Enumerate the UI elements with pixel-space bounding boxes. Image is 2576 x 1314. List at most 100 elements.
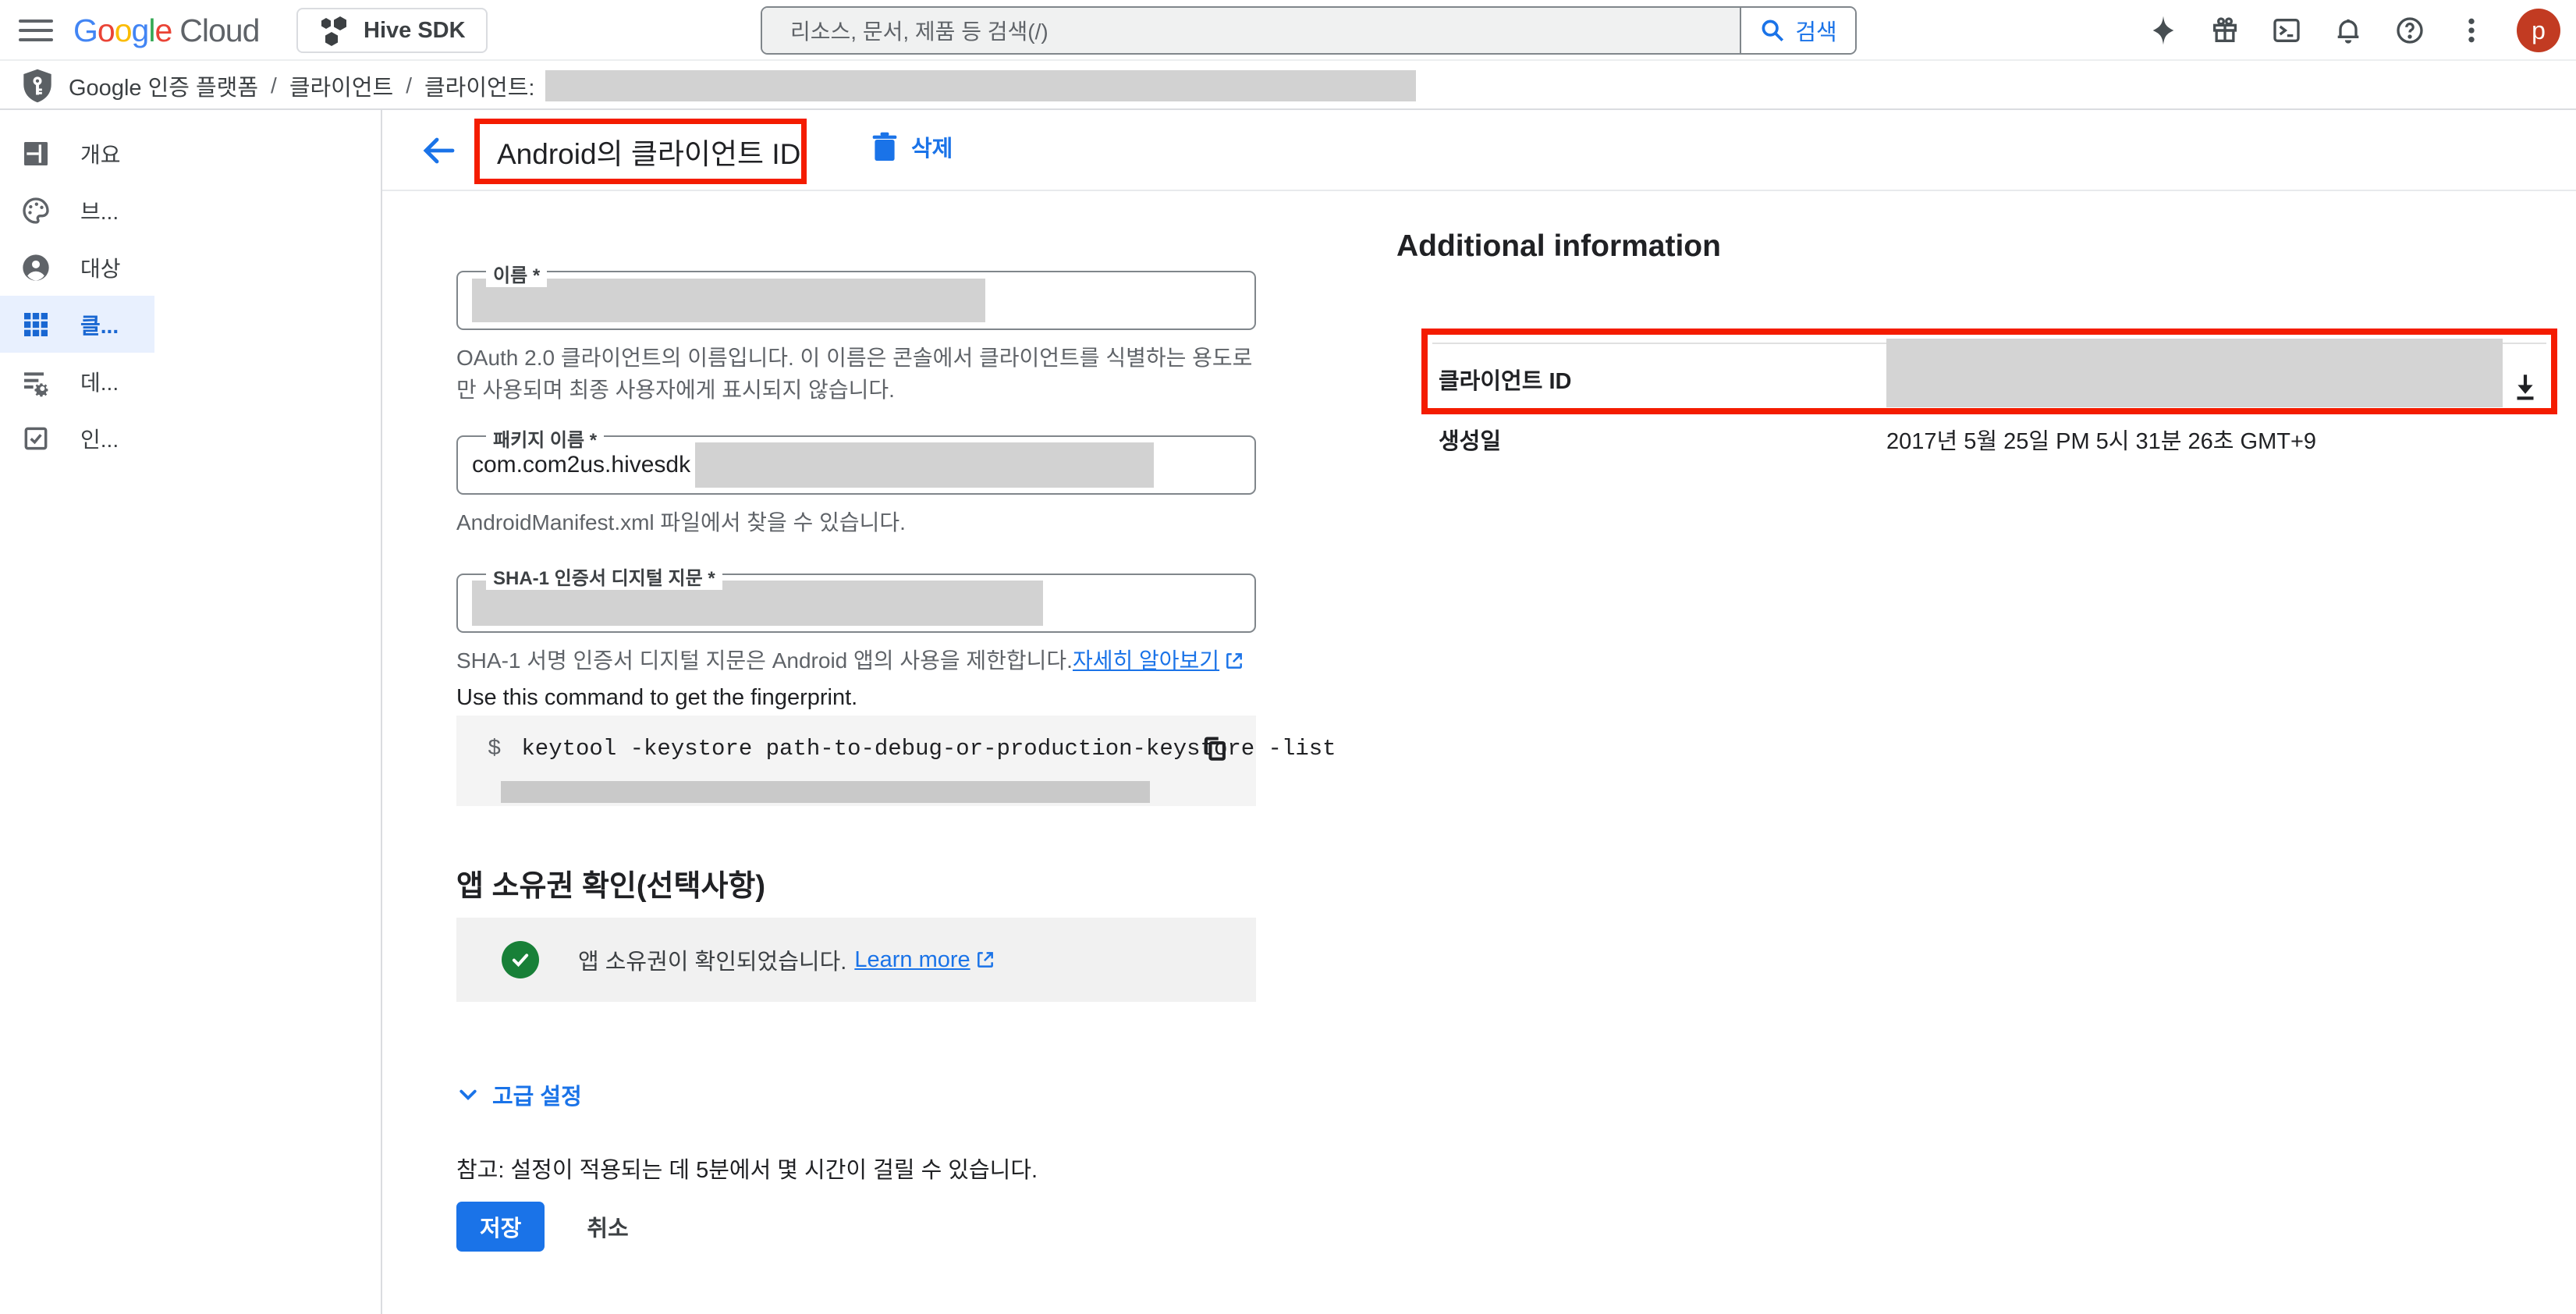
verified-check-icon [502,941,539,978]
advanced-settings-label: 고급 설정 [492,1078,582,1111]
left-nav: 개요 브... 대상 [0,110,382,1314]
sha1-helper-text: SHA-1 서명 인증서 디지털 지문은 Android 앱의 사용을 제한합니… [456,645,1256,677]
help-icon[interactable] [2393,14,2426,47]
logo-cloud-text: Cloud [179,12,259,49]
google-cloud-logo[interactable]: Google Cloud [73,12,259,49]
breadcrumb-clients[interactable]: 클라이언트 [289,69,393,102]
palette-icon [19,194,53,228]
search-placeholder: 리소스, 문서, 제품 등 검색(/) [790,15,1048,46]
sidebar-item-data-access[interactable]: 데... [0,353,154,410]
person-icon [19,250,53,285]
fingerprint-hint-text: Use this command to get the fingerprint. [456,685,857,711]
logo-letter: e [154,12,172,48]
header-icon-strip: p [2147,0,2560,61]
sidebar-item-label: 개요 [80,138,121,169]
sha1-field-label: SHA-1 인증서 디지털 지문 * [486,563,722,590]
breadcrumb-separator: / [406,73,412,98]
sha1-field-group: SHA-1 인증서 디지털 지문 * SHA-1 서명 인증서 디지털 지문은 … [456,574,1256,677]
chevron-down-icon [456,1083,480,1106]
project-selector[interactable]: Hive SDK [296,8,488,53]
more-vert-icon[interactable] [2455,14,2488,47]
logo-letter: o [98,12,115,48]
sha1-helper-sentence: SHA-1 서명 인증서 디지털 지문은 Android 앱의 사용을 제한합니… [456,648,1073,673]
logo-letter: G [73,12,98,48]
advanced-settings-toggle[interactable]: 고급 설정 [456,1078,582,1111]
annotation-box-title: Android의 클라이언트 ID [474,119,807,184]
sidebar-item-audience[interactable]: 대상 [0,239,154,296]
cancel-button[interactable]: 취소 [587,1210,628,1243]
logo-letter: g [132,12,149,48]
name-value-redacted [472,279,985,322]
account-avatar[interactable]: p [2517,9,2560,52]
shell-prompt: $ [488,736,501,762]
list-gear-icon [19,364,53,399]
search-icon [1759,17,1786,44]
overview-icon [19,137,53,171]
auth-platform-shield-icon [20,68,55,104]
sha1-input[interactable]: SHA-1 인증서 디지털 지문 * [456,574,1256,633]
checkbox-icon [19,421,53,456]
page-title: Android의 클라이언트 ID [497,130,800,172]
name-input[interactable]: 이름 * [456,271,1256,330]
project-hexagons-icon [318,15,349,46]
package-value-redacted [695,442,1154,488]
package-helper-text: AndroidManifest.xml 파일에서 찾을 수 있습니다. [456,506,1256,538]
sidebar-item-label: 클... [80,309,119,340]
additional-info-heading: Additional information [1396,229,1721,264]
learn-more-link[interactable]: 자세히 알아보기 [1073,645,1219,677]
name-field-label: 이름 * [486,260,547,287]
back-arrow-icon[interactable] [420,132,457,169]
package-field-label: 패키지 이름 * [486,424,604,452]
sidebar-item-verification[interactable]: 인... [0,410,154,467]
creation-date-row: 생성일 2017년 5월 25일 PM 5시 31분 26초 GMT+9 [1421,417,2557,459]
sidebar-item-overview[interactable]: 개요 [0,125,154,182]
logo-letter: o [115,12,132,48]
search-button[interactable]: 검색 [1740,8,1855,53]
package-input[interactable]: 패키지 이름 * com.com2us.hivesdk [456,435,1256,495]
ownership-section-heading: 앱 소유권 확인(선택사항) [456,861,765,904]
search-button-label: 검색 [1795,14,1836,47]
gcp-console-page: Google Cloud Hive SDK 리소스, 문서, 제품 등 검색(/… [0,0,2576,1314]
client-id-label: 클라이언트 ID [1439,363,1571,396]
search-input[interactable]: 리소스, 문서, 제품 등 검색(/) [762,8,1740,53]
delete-button[interactable]: 삭제 [871,130,953,163]
hamburger-menu-icon[interactable] [19,15,53,46]
external-link-icon [975,950,995,970]
breadcrumb-auth-platform[interactable]: Google 인증 플랫폼 [69,69,258,102]
creation-date-value: 2017년 5월 25일 PM 5시 31분 26초 GMT+9 [1886,423,2316,456]
search-bar: 리소스, 문서, 제품 등 검색(/) 검색 [761,6,1857,55]
gemini-sparkle-icon[interactable] [2147,14,2180,47]
breadcrumb-client-current: 클라이언트: [424,69,534,102]
gift-icon[interactable] [2209,14,2241,47]
name-field-group: 이름 * OAuth 2.0 클라이언트의 이름입니다. 이 이름은 콘솔에서 … [456,271,1256,406]
copy-icon[interactable] [1200,734,1229,764]
notifications-bell-icon[interactable] [2332,14,2365,47]
form-actions: 저장 취소 [456,1202,629,1252]
sidebar-item-label: 대상 [80,252,121,283]
sidebar-item-label: 브... [80,195,119,226]
breadcrumb: Google 인증 플랫폼 / 클라이언트 / 클라이언트: [0,62,2576,110]
ownership-learn-more-link[interactable]: Learn more [854,947,970,973]
sidebar-item-branding[interactable]: 브... [0,182,154,239]
cloud-shell-icon[interactable] [2270,14,2303,47]
ownership-status-text: 앱 소유권이 확인되었습니다. [578,943,846,976]
ownership-status-box: 앱 소유권이 확인되었습니다. Learn more [456,918,1256,1002]
content-header: Android의 클라이언트 ID 삭제 [382,110,2576,191]
propagation-note: 참고: 설정이 적용되는 데 5분에서 몇 시간이 걸릴 수 있습니다. [456,1152,1038,1184]
save-button[interactable]: 저장 [456,1202,545,1252]
sidebar-item-label: 인... [80,423,119,454]
client-name-redacted [545,70,1416,101]
avatar-initial: p [2532,16,2546,45]
trash-icon [871,131,899,162]
creation-date-label: 생성일 [1439,423,1501,456]
sidebar-item-clients[interactable]: 클... [0,296,154,353]
external-link-icon [1224,651,1244,671]
download-icon[interactable] [2509,371,2545,407]
command-output-redacted [501,781,1150,803]
clients-grid-icon [19,307,53,342]
package-value: com.com2us.hivesdk [472,452,690,478]
top-header: Google Cloud Hive SDK 리소스, 문서, 제품 등 검색(/… [0,0,2576,61]
name-helper-text: OAuth 2.0 클라이언트의 이름입니다. 이 이름은 콘솔에서 클라이언트… [456,342,1256,406]
sidebar-item-label: 데... [80,366,119,397]
project-name: Hive SDK [364,18,466,44]
